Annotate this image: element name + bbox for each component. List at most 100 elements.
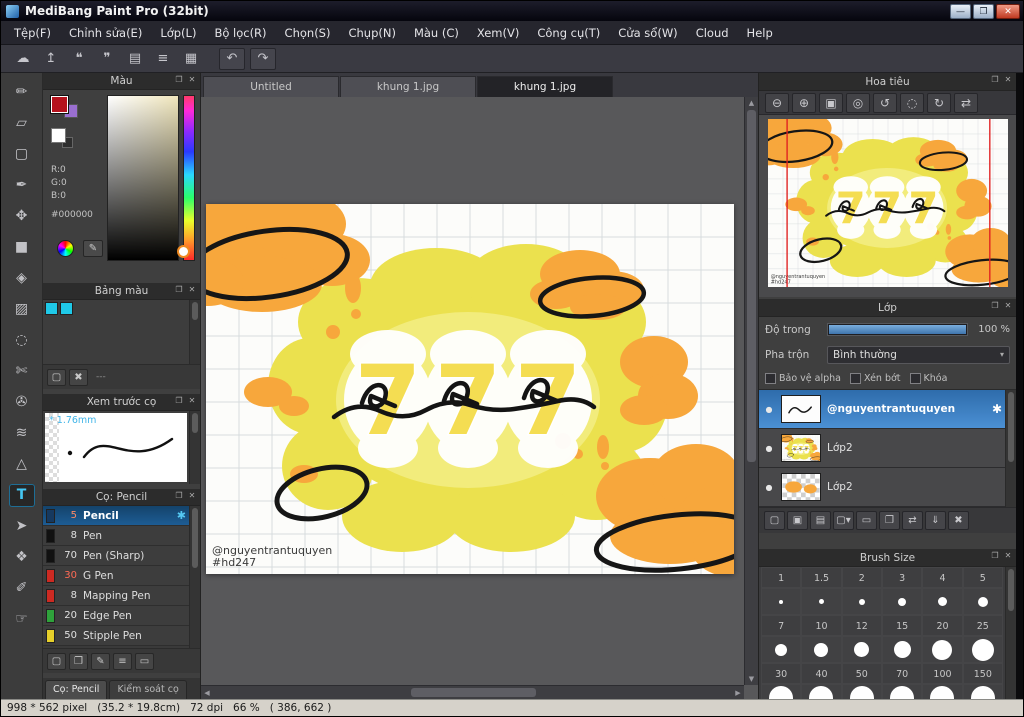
eyedropper-tool[interactable]: ❖ xyxy=(9,546,35,569)
canvas-document[interactable]: 777 @nguyentrantuquyen #hd247 xyxy=(206,204,734,574)
brush-size-option[interactable] xyxy=(962,588,1003,615)
layer-option-2[interactable]: Khóa xyxy=(909,372,947,384)
select-rect-tool[interactable]: ▢ xyxy=(9,143,35,166)
close-icon[interactable]: ✕ xyxy=(187,491,197,500)
rotate-right-icon[interactable]: ↻ xyxy=(927,92,951,113)
layer-row[interactable]: ● Lớp2 xyxy=(759,468,1016,507)
zoom-out-icon[interactable]: ⊖ xyxy=(765,92,789,113)
menu-item-10[interactable]: Cloud xyxy=(687,22,738,44)
brush-size-option[interactable] xyxy=(881,684,923,699)
brush-size-option[interactable] xyxy=(922,588,963,615)
brush-size-option[interactable] xyxy=(841,636,882,663)
brush-size-option[interactable] xyxy=(761,636,802,663)
brush-size-option[interactable] xyxy=(801,588,842,615)
brush-folder-button[interactable]: ▭ xyxy=(135,652,154,670)
popout-icon[interactable]: ❐ xyxy=(174,75,184,84)
grid-icon[interactable]: ▦ xyxy=(179,48,203,70)
menu-item-8[interactable]: Công cụ(T) xyxy=(528,22,609,44)
tab-brush-control[interactable]: Kiểm soát cọ xyxy=(109,680,187,699)
preview-scrollbar[interactable] xyxy=(189,411,200,484)
snap-tool[interactable]: △ xyxy=(9,453,35,476)
new-brush-button[interactable]: ▢ xyxy=(47,652,66,670)
tab-brush[interactable]: Cọ: Pencil xyxy=(45,680,108,699)
popout-icon[interactable]: ❐ xyxy=(990,75,1000,84)
brush-list-scrollbar[interactable] xyxy=(189,506,200,648)
palette-swatch-1[interactable] xyxy=(60,302,73,315)
canvas-tab-2[interactable]: khung 1.jpg xyxy=(477,76,613,97)
close-icon[interactable]: ✕ xyxy=(1003,75,1013,84)
hue-selector[interactable] xyxy=(177,245,190,258)
layer-settings-icon[interactable]: ✱ xyxy=(992,402,1002,416)
checkbox[interactable] xyxy=(850,372,861,384)
minimize-button[interactable]: — xyxy=(950,3,971,19)
delete-layer-button[interactable]: ✖ xyxy=(948,511,969,530)
add-layer-menu-button[interactable]: ▢▾ xyxy=(833,511,854,530)
duplicate-brush-button[interactable]: ❐ xyxy=(69,652,88,670)
menu-item-4[interactable]: Chọn(S) xyxy=(276,22,340,44)
brush-item[interactable]: 20 Edge Pen xyxy=(43,606,200,626)
eraser-tool[interactable]: ▱ xyxy=(9,112,35,135)
brush-tool[interactable]: ✏ xyxy=(9,81,35,104)
brush-size-option[interactable] xyxy=(962,636,1003,663)
menu-item-5[interactable]: Chụp(N) xyxy=(339,22,404,44)
menu-item-9[interactable]: Cửa sổ(W) xyxy=(609,22,686,44)
menu-item-1[interactable]: Chỉnh sửa(E) xyxy=(60,22,151,44)
brush-item[interactable]: 70 Pen (Sharp) xyxy=(43,546,200,566)
move-tool[interactable]: ✥ xyxy=(9,205,35,228)
brush-size-option[interactable] xyxy=(801,636,842,663)
brush-item[interactable]: 30 G Pen xyxy=(43,566,200,586)
menu-item-2[interactable]: Lớp(L) xyxy=(151,22,205,44)
brush-item[interactable]: 5 Pencil ✱ xyxy=(43,506,200,526)
rotate-left-icon[interactable]: ↺ xyxy=(873,92,897,113)
foreground-color-swatch[interactable] xyxy=(51,96,68,113)
brush-size-scrollbar[interactable] xyxy=(1005,567,1016,699)
reset-rotation-icon[interactable]: ◌ xyxy=(900,92,924,113)
brush-size-option[interactable] xyxy=(881,636,923,663)
edit-brush-button[interactable]: ✎ xyxy=(91,652,110,670)
bucket-tool[interactable]: ◈ xyxy=(9,267,35,290)
menu-item-7[interactable]: Xem(V) xyxy=(468,22,528,44)
new-folder-button[interactable]: ▭ xyxy=(856,511,877,530)
brush-menu-button[interactable]: ≡ xyxy=(113,652,132,670)
pick-tool[interactable]: ➤ xyxy=(9,515,35,538)
checkbox[interactable] xyxy=(909,372,921,384)
brush-settings-icon[interactable]: ✱ xyxy=(177,509,186,522)
hue-bar[interactable] xyxy=(183,95,195,261)
scroll-up-icon[interactable]: ▲ xyxy=(745,97,758,109)
hand-tool[interactable]: ☞ xyxy=(9,608,35,631)
brush-item[interactable]: 8 Mapping Pen xyxy=(43,586,200,606)
scroll-left-icon[interactable]: ◀ xyxy=(201,686,213,699)
divide-tool[interactable]: ✐ xyxy=(9,577,35,600)
popout-icon[interactable]: ❐ xyxy=(990,551,1000,560)
canvas-viewport[interactable]: 777 @nguyentrantuquyen #hd247 xyxy=(201,97,758,699)
fit-window-icon[interactable]: ▣ xyxy=(819,92,843,113)
popout-icon[interactable]: ❐ xyxy=(174,285,184,294)
blur-tool[interactable]: ≋ xyxy=(9,422,35,445)
layer-row[interactable]: ● @nguyentrantuquyen ✱ xyxy=(759,390,1016,429)
add-swatch-button[interactable]: ▢ xyxy=(47,368,66,386)
secondary-color-swatch[interactable] xyxy=(51,128,66,143)
menu-item-6[interactable]: Màu (C) xyxy=(405,22,468,44)
navigator-view[interactable] xyxy=(759,115,1016,297)
brush-size-option[interactable] xyxy=(761,588,802,615)
zoom-actual-icon[interactable]: ◎ xyxy=(846,92,870,113)
layers-scrollbar[interactable] xyxy=(1005,390,1016,507)
menu-item-0[interactable]: Tệp(F) xyxy=(5,22,60,44)
cloud-icon[interactable]: ☁ xyxy=(11,48,35,70)
comment-icon[interactable]: ❝ xyxy=(67,48,91,70)
auto-select-tool[interactable]: ◌ xyxy=(9,329,35,352)
close-button[interactable]: ✕ xyxy=(996,3,1020,19)
popout-icon[interactable]: ❐ xyxy=(174,491,184,500)
close-icon[interactable]: ✕ xyxy=(1003,551,1013,560)
message-icon[interactable]: ❞ xyxy=(95,48,119,70)
navigator-thumbnail[interactable] xyxy=(768,119,1008,287)
operation-tool[interactable]: ✇ xyxy=(9,391,35,414)
zoom-in-icon[interactable]: ⊕ xyxy=(792,92,816,113)
merge-layer-button[interactable]: ⇓ xyxy=(925,511,946,530)
menu-item-11[interactable]: Help xyxy=(738,22,782,44)
brush-item[interactable]: 50 Stipple Pen xyxy=(43,626,200,646)
gradient-tool[interactable]: ▨ xyxy=(9,298,35,321)
brush-size-option[interactable] xyxy=(922,684,963,699)
horizontal-scroll-thumb[interactable] xyxy=(411,688,536,697)
title-bar[interactable]: MediBang Paint Pro (32bit) — ❐ ✕ xyxy=(1,1,1023,21)
